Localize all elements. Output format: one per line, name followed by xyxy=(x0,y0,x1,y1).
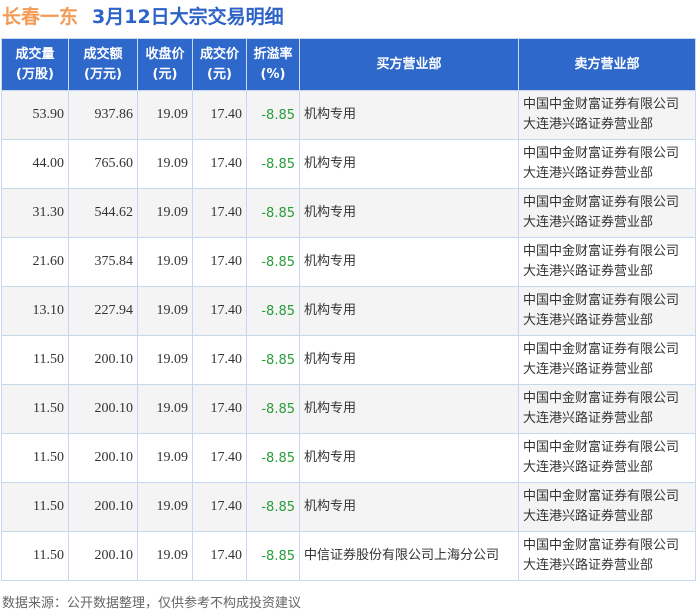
cell-buyer: 机构专用 xyxy=(299,482,519,532)
header-volume: 成交量 (万股) xyxy=(1,38,69,91)
cell-seller: 中国中金财富证券有限公司大连港兴路证券营业部 xyxy=(518,531,696,581)
cell-deal-price: 17.40 xyxy=(192,433,247,483)
table-row: 11.50 200.10 19.09 17.40 -8.85 机构专用 中国中金财富证券有限… xyxy=(1,335,696,385)
table-row: 11.50 200.10 19.09 17.40 -8.85 机构专用 中国中金财富证券有限… xyxy=(1,384,696,434)
cell-seller: 中国中金财富证券有限公司大连港兴路证券营业部 xyxy=(518,188,696,238)
cell-amount: 200.10 xyxy=(68,384,138,434)
cell-close-price: 19.09 xyxy=(137,335,193,385)
cell-deal-price: 17.40 xyxy=(192,90,247,140)
cell-seller: 中国中金财富证券有限公司大连港兴路证券营业部 xyxy=(518,139,696,189)
table-row: 31.30 544.62 19.09 17.40 -8.85 机构专用 中国中金财富证券有限… xyxy=(1,188,696,238)
cell-seller: 中国中金财富证券有限公司大连港兴路证券营业部 xyxy=(518,286,696,336)
cell-volume: 11.50 xyxy=(1,482,69,532)
table-row: 21.60 375.84 19.09 17.40 -8.85 机构专用 中国中金财富证券有限… xyxy=(1,237,696,287)
cell-seller: 中国中金财富证券有限公司大连港兴路证券营业部 xyxy=(518,90,696,140)
cell-premium-rate: -8.85 xyxy=(246,237,300,287)
header-premium-rate: 折溢率 (%) xyxy=(246,38,300,91)
cell-deal-price: 17.40 xyxy=(192,384,247,434)
cell-volume: 53.90 xyxy=(1,90,69,140)
header-deal-price: 成交价 (元) xyxy=(192,38,247,91)
cell-volume: 21.60 xyxy=(1,237,69,287)
header-buyer: 买方营业部 xyxy=(299,38,519,91)
cell-deal-price: 17.40 xyxy=(192,237,247,287)
cell-seller: 中国中金财富证券有限公司大连港兴路证券营业部 xyxy=(518,433,696,483)
table-row: 44.00 765.60 19.09 17.40 -8.85 机构专用 中国中金财富证券有限… xyxy=(1,139,696,189)
header-close-price: 收盘价 (元) xyxy=(137,38,193,91)
cell-premium-rate: -8.85 xyxy=(246,335,300,385)
cell-buyer: 机构专用 xyxy=(299,335,519,385)
table-row: 11.50 200.10 19.09 17.40 -8.85 机构专用 中国中金财富证券有限… xyxy=(1,482,696,532)
cell-close-price: 19.09 xyxy=(137,384,193,434)
footer-note: 数据来源：公开数据整理，仅供参考不构成投资建议 xyxy=(2,596,302,611)
cell-buyer: 机构专用 xyxy=(299,384,519,434)
cell-deal-price: 17.40 xyxy=(192,335,247,385)
cell-close-price: 19.09 xyxy=(137,531,193,581)
cell-buyer: 机构专用 xyxy=(299,139,519,189)
cell-premium-rate: -8.85 xyxy=(246,531,300,581)
table-row: 11.50 200.10 19.09 17.40 -8.85 机构专用 中国中金财富证券有限… xyxy=(1,433,696,483)
header-amount: 成交额 (万元) xyxy=(68,38,138,91)
cell-deal-price: 17.40 xyxy=(192,482,247,532)
block-trade-table: 成交量 (万股) 成交额 (万元) 收盘价 (元) 成交价 (元) 折溢率 (%) 买方营业部 卖方营… xyxy=(1,38,696,581)
cell-deal-price: 17.40 xyxy=(192,139,247,189)
cell-seller: 中国中金财富证券有限公司大连港兴路证券营业部 xyxy=(518,237,696,287)
cell-close-price: 19.09 xyxy=(137,237,193,287)
stock-name: 长春一东 xyxy=(2,6,79,28)
cell-close-price: 19.09 xyxy=(137,90,193,140)
cell-premium-rate: -8.85 xyxy=(246,286,300,336)
cell-buyer: 机构专用 xyxy=(299,286,519,336)
table-row: 11.50 200.10 19.09 17.40 -8.85 中信证券股份有限公司上海分公… xyxy=(1,531,696,581)
cell-amount: 765.60 xyxy=(68,139,138,189)
cell-seller: 中国中金财富证券有限公司大连港兴路证券营业部 xyxy=(518,384,696,434)
cell-buyer: 机构专用 xyxy=(299,188,519,238)
cell-close-price: 19.09 xyxy=(137,188,193,238)
cell-volume: 13.10 xyxy=(1,286,69,336)
cell-seller: 中国中金财富证券有限公司大连港兴路证券营业部 xyxy=(518,335,696,385)
cell-close-price: 19.09 xyxy=(137,139,193,189)
cell-volume: 44.00 xyxy=(1,139,69,189)
cell-close-price: 19.09 xyxy=(137,482,193,532)
page-title: 长春一东 3月12日大宗交易明细 xyxy=(2,2,284,29)
cell-deal-price: 17.40 xyxy=(192,286,247,336)
cell-deal-price: 17.40 xyxy=(192,531,247,581)
table-row: 53.90 937.86 19.09 17.40 -8.85 机构专用 中国中金财富证券有限… xyxy=(1,90,696,140)
cell-buyer: 机构专用 xyxy=(299,433,519,483)
cell-premium-rate: -8.85 xyxy=(246,188,300,238)
cell-volume: 31.30 xyxy=(1,188,69,238)
cell-buyer: 中信证券股份有限公司上海分公司 xyxy=(299,531,519,581)
cell-buyer: 机构专用 xyxy=(299,90,519,140)
cell-seller: 中国中金财富证券有限公司大连港兴路证券营业部 xyxy=(518,482,696,532)
cell-premium-rate: -8.85 xyxy=(246,433,300,483)
cell-close-price: 19.09 xyxy=(137,433,193,483)
cell-premium-rate: -8.85 xyxy=(246,384,300,434)
cell-close-price: 19.09 xyxy=(137,286,193,336)
cell-amount: 544.62 xyxy=(68,188,138,238)
cell-volume: 11.50 xyxy=(1,433,69,483)
cell-amount: 200.10 xyxy=(68,335,138,385)
cell-amount: 200.10 xyxy=(68,531,138,581)
cell-amount: 227.94 xyxy=(68,286,138,336)
header-seller: 卖方营业部 xyxy=(518,38,696,91)
cell-amount: 200.10 xyxy=(68,482,138,532)
title-subtitle: 3月12日大宗交易明细 xyxy=(92,6,284,28)
cell-volume: 11.50 xyxy=(1,384,69,434)
cell-buyer: 机构专用 xyxy=(299,237,519,287)
cell-volume: 11.50 xyxy=(1,335,69,385)
cell-amount: 937.86 xyxy=(68,90,138,140)
table-row: 13.10 227.94 19.09 17.40 -8.85 机构专用 中国中金财富证券有限… xyxy=(1,286,696,336)
cell-amount: 375.84 xyxy=(68,237,138,287)
cell-premium-rate: -8.85 xyxy=(246,90,300,140)
cell-deal-price: 17.40 xyxy=(192,188,247,238)
cell-premium-rate: -8.85 xyxy=(246,482,300,532)
cell-premium-rate: -8.85 xyxy=(246,139,300,189)
cell-amount: 200.10 xyxy=(68,433,138,483)
cell-volume: 11.50 xyxy=(1,531,69,581)
